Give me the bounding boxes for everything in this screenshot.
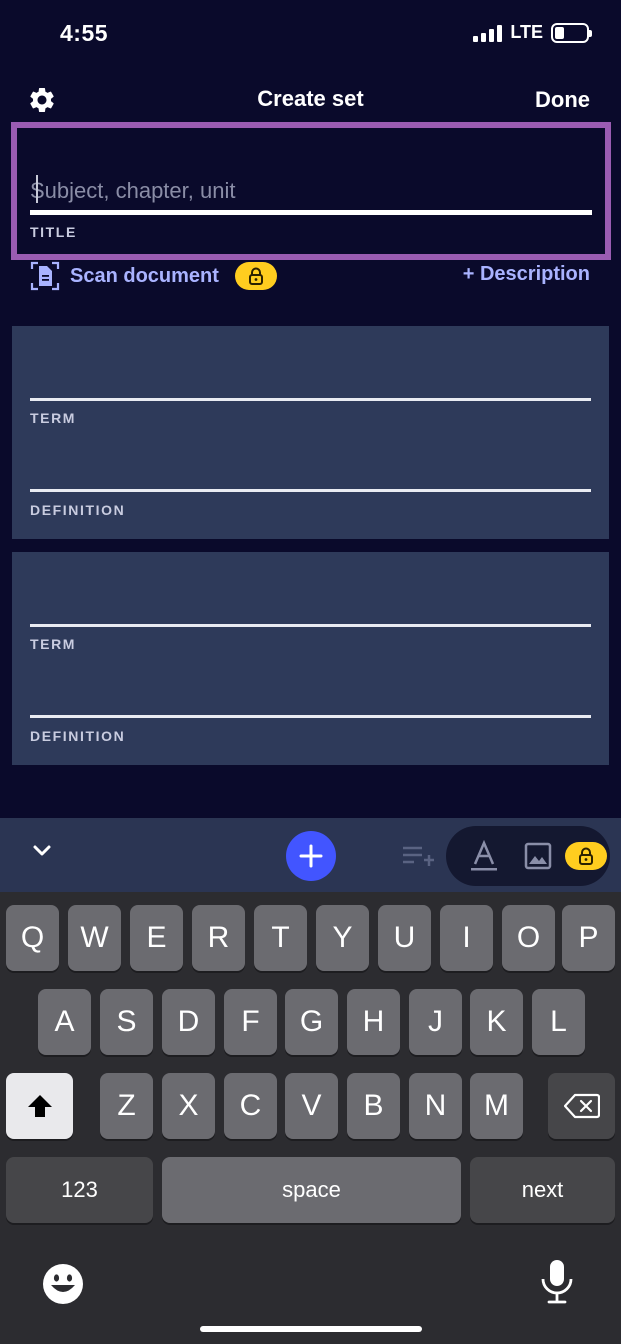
- key-h[interactable]: H: [347, 989, 400, 1055]
- scan-document-label: Scan document: [70, 264, 219, 287]
- text-caret: [36, 175, 38, 203]
- chevron-down-icon[interactable]: [32, 844, 52, 858]
- definition-label: DEFINITION: [30, 728, 126, 744]
- title-input[interactable]: [30, 174, 590, 208]
- key-r[interactable]: R: [192, 905, 245, 971]
- plus-icon: [299, 844, 323, 868]
- home-indicator[interactable]: [200, 1326, 422, 1332]
- add-description-button[interactable]: + Description: [463, 263, 590, 286]
- status-indicators: LTE: [473, 22, 592, 43]
- premium-lock-badge: [234, 262, 277, 290]
- add-list-icon[interactable]: [402, 845, 434, 867]
- keyboard: Q W E R T Y U I O P A S D F G H J K L Z …: [0, 892, 621, 1344]
- key-n[interactable]: N: [409, 1073, 462, 1139]
- delete-key[interactable]: [548, 1073, 615, 1139]
- key-k[interactable]: K: [470, 989, 523, 1055]
- definition-label: DEFINITION: [30, 502, 126, 518]
- term-input-line[interactable]: [30, 398, 591, 401]
- key-l[interactable]: L: [532, 989, 585, 1055]
- key-o[interactable]: O: [502, 905, 555, 971]
- key-a[interactable]: A: [38, 989, 91, 1055]
- lock-icon: [579, 847, 593, 865]
- key-y[interactable]: Y: [316, 905, 369, 971]
- done-button[interactable]: Done: [535, 87, 590, 113]
- key-w[interactable]: W: [68, 905, 121, 971]
- title-underline: [30, 210, 592, 215]
- battery-icon: [551, 22, 592, 43]
- term-label: TERM: [30, 410, 77, 426]
- key-d[interactable]: D: [162, 989, 215, 1055]
- microphone-icon[interactable]: [540, 1259, 574, 1305]
- network-type: LTE: [510, 22, 543, 42]
- image-icon[interactable]: [524, 842, 552, 870]
- key-i[interactable]: I: [440, 905, 493, 971]
- key-f[interactable]: F: [224, 989, 277, 1055]
- title-field-container[interactable]: TITLE: [11, 122, 611, 260]
- key-m[interactable]: M: [470, 1073, 523, 1139]
- emoji-icon[interactable]: [42, 1263, 84, 1305]
- premium-lock-badge: [565, 842, 607, 870]
- numbers-key[interactable]: 123: [6, 1157, 153, 1223]
- key-g[interactable]: G: [285, 989, 338, 1055]
- key-z[interactable]: Z: [100, 1073, 153, 1139]
- title-label: TITLE: [30, 224, 77, 240]
- signal-icon: [473, 24, 503, 42]
- term-label: TERM: [30, 636, 77, 652]
- lock-icon: [248, 267, 263, 285]
- key-q[interactable]: Q: [6, 905, 59, 971]
- backspace-icon: [563, 1093, 600, 1119]
- key-s[interactable]: S: [100, 989, 153, 1055]
- definition-input-line[interactable]: [30, 489, 591, 492]
- term-card-2[interactable]: TERM DEFINITION: [12, 552, 609, 765]
- status-time: 4:55: [60, 20, 109, 46]
- space-key[interactable]: space: [162, 1157, 461, 1223]
- definition-input-line[interactable]: [30, 715, 591, 718]
- key-u[interactable]: U: [378, 905, 431, 971]
- term-card-1[interactable]: TERM DEFINITION: [12, 326, 609, 539]
- key-e[interactable]: E: [130, 905, 183, 971]
- key-v[interactable]: V: [285, 1073, 338, 1139]
- key-j[interactable]: J: [409, 989, 462, 1055]
- add-card-button[interactable]: [286, 831, 336, 881]
- key-x[interactable]: X: [162, 1073, 215, 1139]
- text-format-icon[interactable]: [470, 840, 498, 872]
- scan-document-button[interactable]: Scan document: [30, 261, 277, 291]
- key-p[interactable]: P: [562, 905, 615, 971]
- document-scan-icon: [30, 261, 60, 291]
- key-b[interactable]: B: [347, 1073, 400, 1139]
- key-c[interactable]: C: [224, 1073, 277, 1139]
- term-input-line[interactable]: [30, 624, 591, 627]
- next-key[interactable]: next: [470, 1157, 615, 1223]
- shift-icon: [27, 1095, 52, 1117]
- page-title: Create set: [257, 86, 364, 111]
- shift-key[interactable]: [6, 1073, 73, 1139]
- key-t[interactable]: T: [254, 905, 307, 971]
